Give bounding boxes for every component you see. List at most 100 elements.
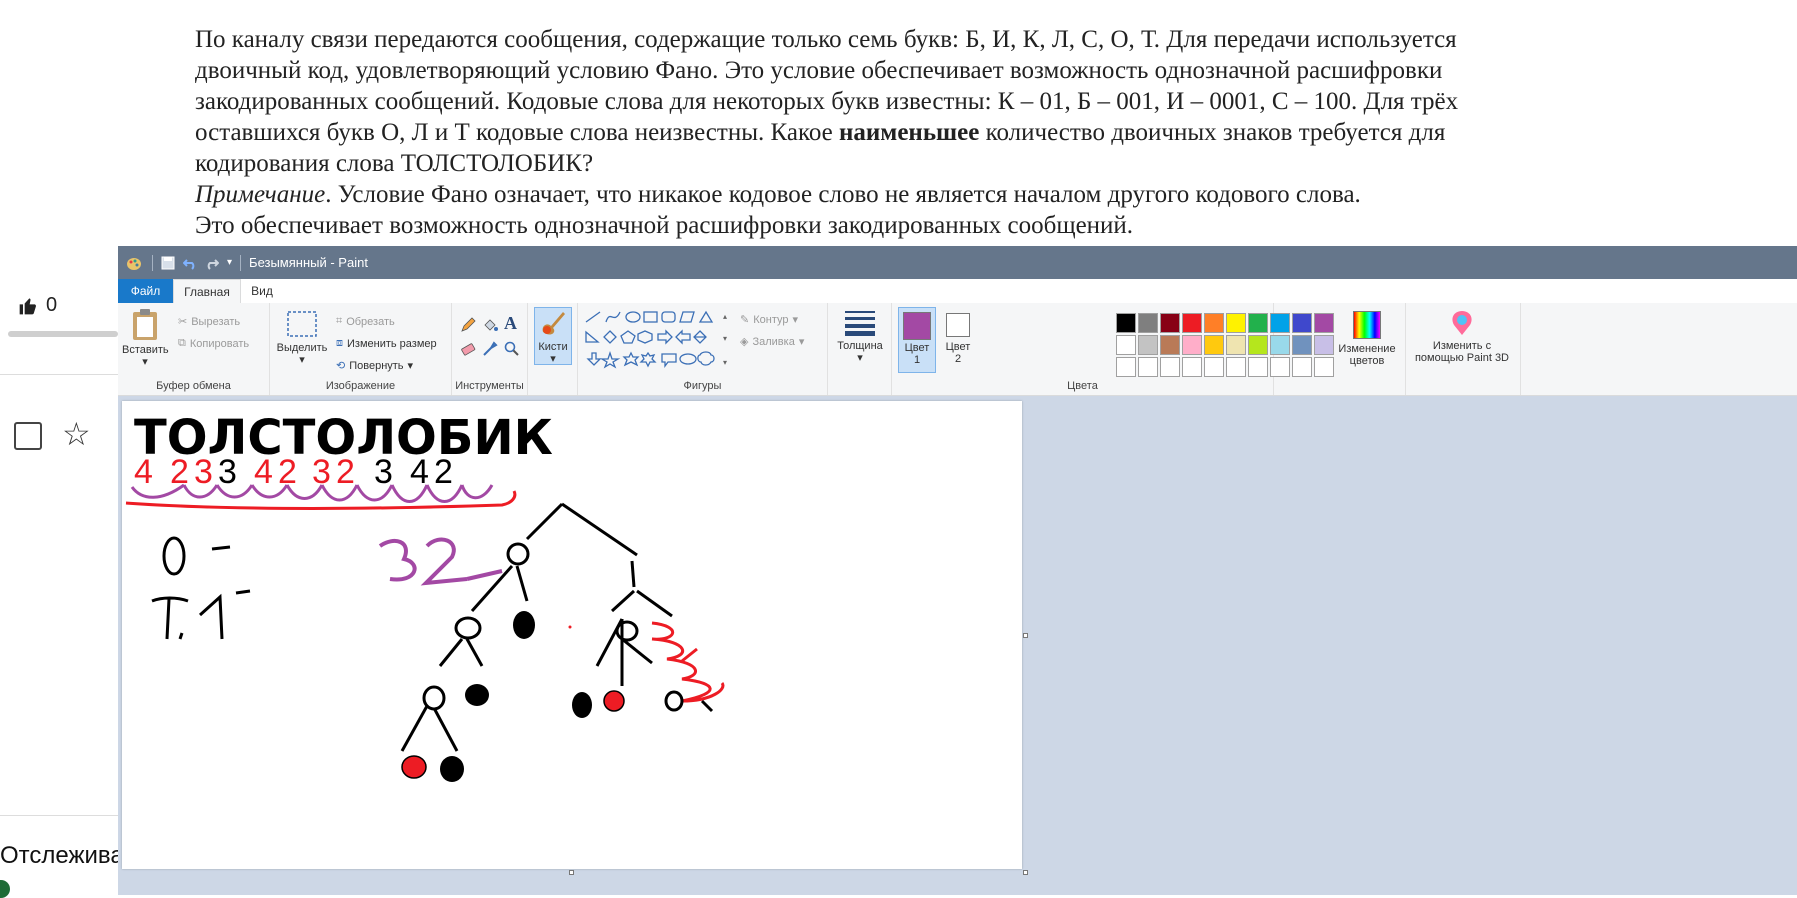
palette-swatch[interactable]: [1204, 335, 1224, 355]
dropdown-arrow-icon: ▾: [142, 356, 148, 368]
undo-icon[interactable]: [183, 256, 197, 270]
dropdown-arrow-icon: ▾: [550, 353, 556, 365]
palette-swatch-empty[interactable]: [1116, 357, 1136, 377]
problem-text-part: оставшихся букв О, Л и Т кодовые слова н…: [195, 119, 833, 146]
digit-label: 3: [194, 453, 213, 491]
note-text: . Условие Фано означает, что никакое код…: [325, 181, 1361, 208]
palette-swatch[interactable]: [1138, 313, 1158, 333]
rotate-button[interactable]: ⟲ Повернуть ▾: [336, 359, 414, 373]
tab-file[interactable]: Файл: [118, 279, 173, 303]
paint3d-icon: [1452, 311, 1472, 335]
save-icon[interactable]: [161, 256, 175, 270]
palette-swatch[interactable]: [1248, 335, 1268, 355]
palette-swatch-empty[interactable]: [1182, 357, 1202, 377]
paint-app-icon[interactable]: [126, 255, 142, 271]
customize-dropdown-icon[interactable]: ▾: [227, 257, 232, 268]
palette-swatch[interactable]: [1226, 335, 1246, 355]
thickness-button[interactable]: Толщина ▾: [834, 309, 886, 364]
palette-swatch-empty[interactable]: [1160, 357, 1180, 377]
shapes-gallery[interactable]: ▴ ▾ ▾: [584, 309, 734, 375]
divider: [1405, 303, 1406, 395]
palette-swatch[interactable]: [1204, 313, 1224, 333]
palette-swatch[interactable]: [1116, 335, 1136, 355]
edit-colors-line2: цветов: [1349, 355, 1385, 367]
palette-swatch[interactable]: [1292, 335, 1312, 355]
outline-button[interactable]: ✎ Контур ▾: [740, 313, 799, 327]
palette-swatch-empty[interactable]: [1138, 357, 1158, 377]
select-button[interactable]: Выделить ▾: [276, 309, 328, 366]
fill-button[interactable]: ◈ Заливка ▾: [740, 335, 804, 349]
dropdown-arrow-icon: ▾: [407, 360, 414, 372]
problem-note: Примечание. Условие Фано означает, что н…: [195, 179, 1625, 210]
eraser-icon[interactable]: [460, 341, 476, 357]
checkbox[interactable]: [14, 422, 42, 450]
thickness-group: Толщина ▾: [828, 303, 892, 395]
redo-icon[interactable]: [205, 256, 219, 270]
brushes-button[interactable]: Кисти ▾: [534, 307, 572, 365]
palette-swatch[interactable]: [1138, 335, 1158, 355]
edit-colors-line1: Изменение: [1338, 343, 1396, 355]
problem-emphasis: наименьшее: [838, 119, 980, 146]
brushes-group: Кисти ▾: [528, 303, 578, 395]
problem-line: закодированных сообщений. Кодовые слова …: [195, 88, 1459, 115]
fill-bucket-icon[interactable]: [482, 317, 498, 333]
color-picker-icon[interactable]: [482, 341, 498, 357]
paint-window: ▾ Безымянный - Paint Файл Главная Вид Вс…: [118, 246, 1797, 895]
divider: [0, 815, 118, 816]
palette-swatch-empty[interactable]: [1226, 357, 1246, 377]
left-notes: [151, 536, 251, 640]
text-tool-icon[interactable]: A: [504, 313, 517, 334]
palette-swatch[interactable]: [1116, 313, 1136, 333]
palette-swatch-empty[interactable]: [1292, 357, 1312, 377]
divider: [152, 254, 153, 271]
palette-swatch[interactable]: [1248, 313, 1268, 333]
palette-swatch[interactable]: [1270, 335, 1290, 355]
window-title: Безымянный - Paint: [249, 255, 368, 270]
palette-swatch[interactable]: [1160, 313, 1180, 333]
drawing-canvas[interactable]: ТОЛСТОЛОБИК 42334232342: [122, 401, 1022, 869]
note-label: Примечание: [195, 181, 326, 208]
tab-home[interactable]: Главная: [173, 279, 241, 303]
color1-swatch: [903, 312, 931, 340]
edit-colors-button[interactable]: Изменение цветов: [1336, 309, 1398, 367]
palette-swatch[interactable]: [1314, 313, 1334, 333]
color2-label: Цвет: [945, 341, 971, 353]
pencil-icon[interactable]: [460, 317, 476, 333]
crop-button[interactable]: ⌗ Обрезать: [336, 315, 395, 328]
palette-swatch[interactable]: [1270, 313, 1290, 333]
paste-button[interactable]: Вставить ▾: [122, 307, 169, 368]
palette-swatch[interactable]: [1292, 313, 1312, 333]
palette-swatch-empty[interactable]: [1314, 357, 1334, 377]
palette-swatch-empty[interactable]: [1248, 357, 1268, 377]
cut-button[interactable]: ✂ Вырезать: [178, 315, 240, 329]
paint3d-button[interactable]: Изменить с помощью Paint 3D: [1410, 309, 1514, 364]
color-palette: [1116, 313, 1334, 377]
star-icon[interactable]: ☆: [62, 418, 91, 450]
ribbon-tabs: Файл Главная Вид: [118, 279, 1797, 303]
color1-button[interactable]: Цвет 1: [898, 307, 936, 373]
resize-handle[interactable]: [569, 870, 574, 875]
dropdown-arrow-icon: ▾: [792, 314, 799, 326]
paint3d-line1: Изменить с: [1432, 340, 1492, 352]
resize-button[interactable]: ⧈ Изменить размер: [336, 337, 437, 350]
like-button[interactable]: 0: [18, 294, 57, 317]
palette-swatch[interactable]: [1182, 335, 1202, 355]
status-dot: [0, 880, 10, 898]
copy-button[interactable]: ⧉ Копировать: [178, 337, 249, 350]
palette-swatch[interactable]: [1182, 313, 1202, 333]
palette-swatch[interactable]: [1314, 335, 1334, 355]
color2-button[interactable]: Цвет 2: [940, 307, 976, 365]
resize-handle[interactable]: [1023, 633, 1028, 638]
palette-swatch-empty[interactable]: [1270, 357, 1290, 377]
tab-view[interactable]: Вид: [241, 279, 283, 303]
palette-swatch[interactable]: [1160, 335, 1180, 355]
magnifier-icon[interactable]: [504, 341, 520, 357]
outline-icon: ✎: [740, 314, 750, 326]
palette-swatch[interactable]: [1226, 313, 1246, 333]
palette-swatch-empty[interactable]: [1204, 357, 1224, 377]
canvas-drawing: 42334232342: [125, 453, 725, 782]
resize-handle[interactable]: [1023, 870, 1028, 875]
ribbon: Вставить ▾ ✂ Вырезать ⧉ Копировать Буфер о…: [118, 303, 1797, 396]
problem-line: двоичный код, удовлетворяющий условию Фа…: [195, 57, 1443, 84]
problem-line: кодирования слова ТОЛСТОЛОБИК?: [195, 150, 594, 177]
